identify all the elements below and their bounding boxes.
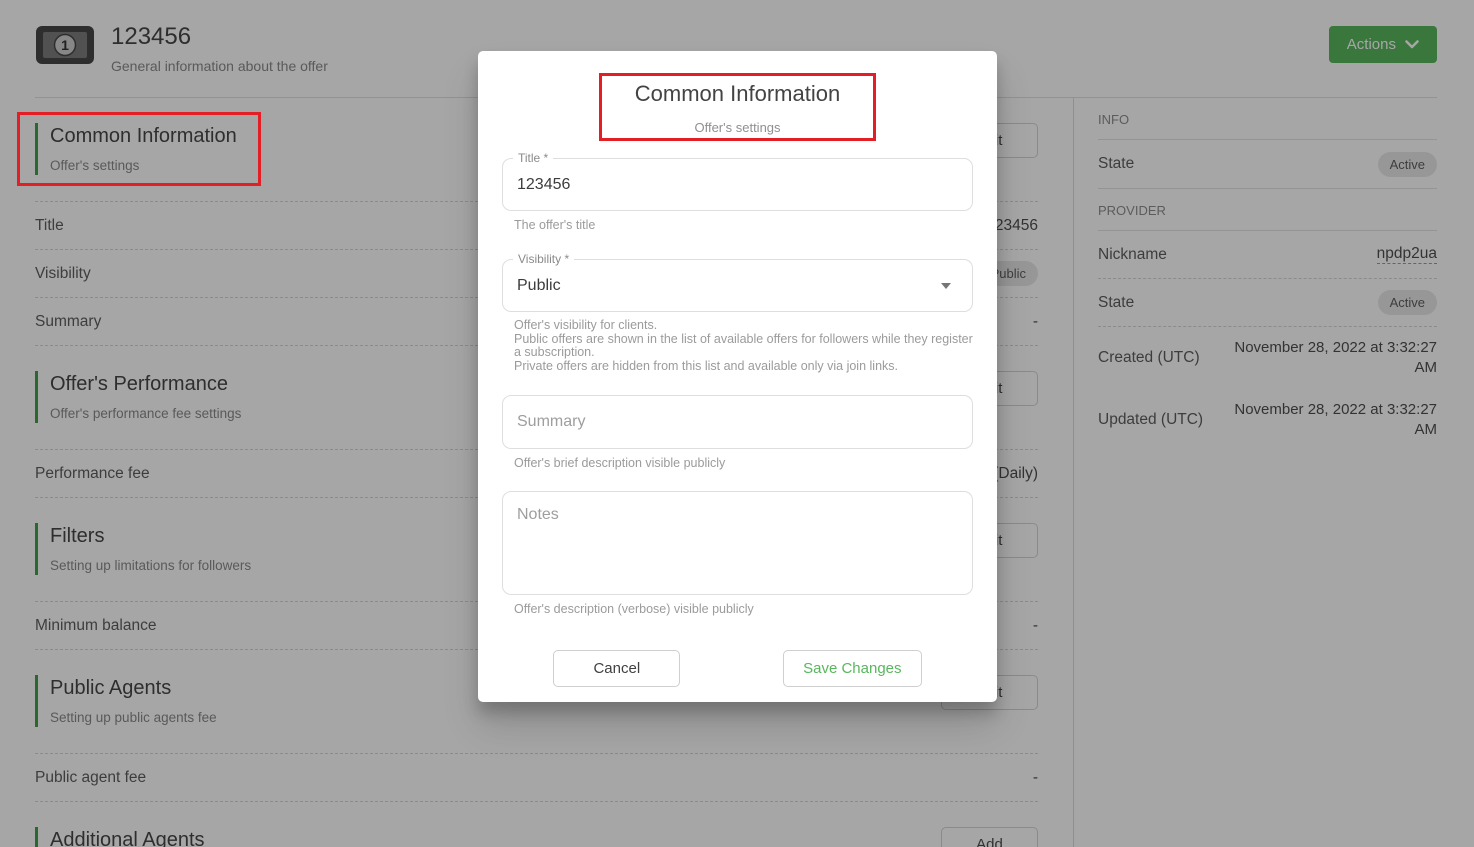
helper-line: Offer's visibility for clients. <box>514 319 973 333</box>
dropdown-arrow-icon <box>941 283 951 289</box>
title-field-label: Title * <box>513 151 553 166</box>
common-information-dialog: Common Information Offer's settings Titl… <box>478 51 997 702</box>
visibility-field-label: Visibility * <box>513 252 574 267</box>
visibility-selected-value: Public <box>517 277 941 295</box>
notes-textarea[interactable] <box>517 506 958 581</box>
title-input[interactable] <box>517 176 958 194</box>
cancel-button[interactable]: Cancel <box>553 650 680 687</box>
title-field-helper: The offer's title <box>514 218 973 232</box>
notes-field-helper: Offer's description (verbose) visible pu… <box>514 602 973 616</box>
title-field: Title * <box>502 158 973 211</box>
summary-input[interactable] <box>517 413 958 431</box>
save-changes-button[interactable]: Save Changes <box>783 650 921 687</box>
dialog-subtitle: Offer's settings <box>502 120 973 135</box>
visibility-select[interactable]: Visibility * Public <box>502 259 973 312</box>
notes-field <box>502 491 973 595</box>
helper-line: Public offers are shown in the list of a… <box>514 333 973 360</box>
dialog-title: Common Information <box>502 81 973 107</box>
summary-field <box>502 395 973 449</box>
helper-line: Private offers are hidden from this list… <box>514 360 973 374</box>
visibility-field-helper: Offer's visibility for clients. Public o… <box>514 319 973 373</box>
summary-field-helper: Offer's brief description visible public… <box>514 456 973 470</box>
dialog-actions: Cancel Save Changes <box>502 650 973 687</box>
